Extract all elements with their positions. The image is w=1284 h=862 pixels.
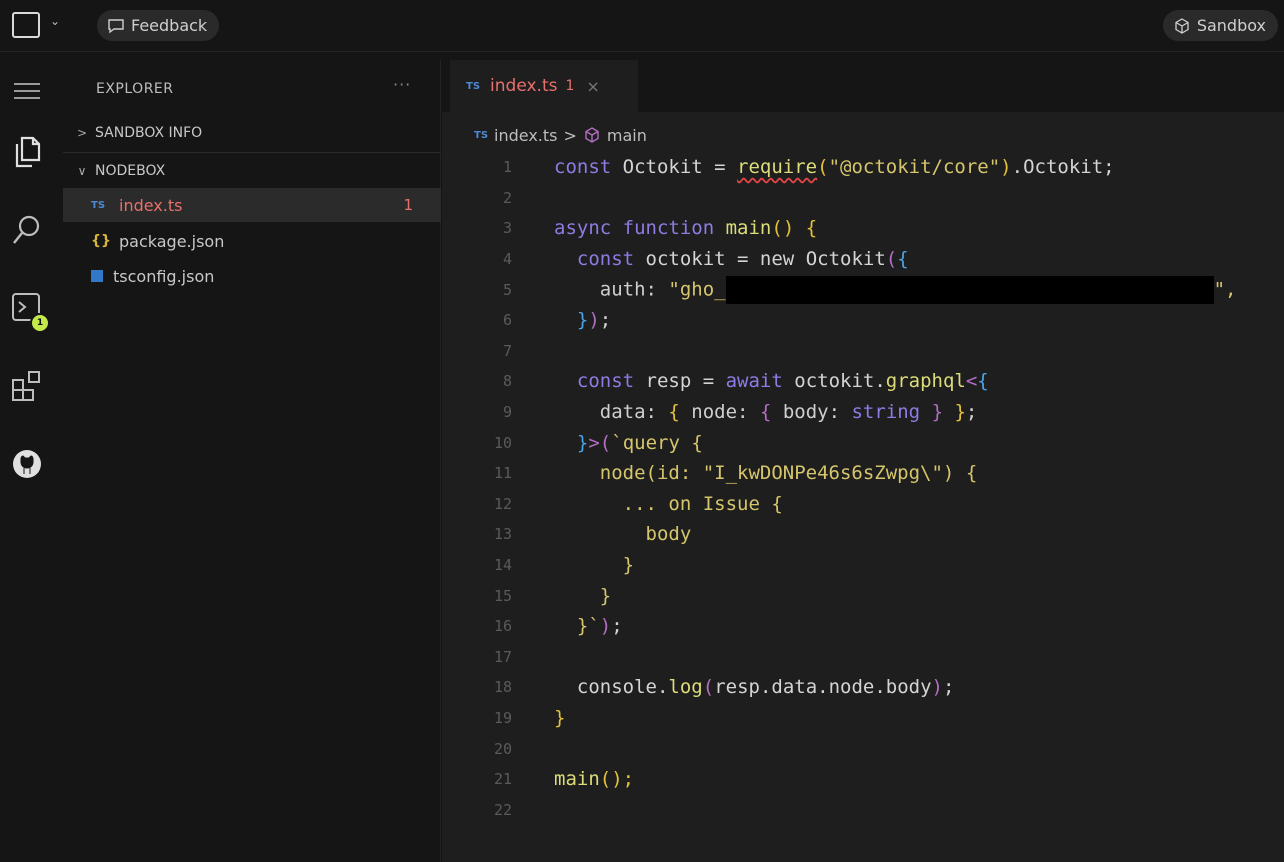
breadcrumb: TS index.ts > main xyxy=(474,124,647,146)
breadcrumb-symbol[interactable]: main xyxy=(607,126,647,145)
code-line: 15 } xyxy=(493,584,612,607)
file-item-package-json[interactable]: {} package.json xyxy=(63,224,441,258)
file-item-index-ts[interactable]: TS index.ts 1 xyxy=(63,188,441,222)
code-line: 12 ... on Issue { xyxy=(493,492,783,515)
cube-icon xyxy=(1175,17,1189,34)
explorer-sidebar: EXPLORER ··· > SANDBOX INFO ∨ NODEBOX TS… xyxy=(63,60,441,862)
typescript-file-icon: TS xyxy=(474,129,489,141)
error-squiggle: require xyxy=(737,156,818,179)
chevron-down-icon: ∨ xyxy=(77,164,87,178)
code-line: 8 const resp = await octokit.graphql<{ xyxy=(502,370,989,393)
code-line: 17 xyxy=(493,647,512,666)
file-name: index.ts xyxy=(119,195,183,215)
json-file-icon: {} xyxy=(91,233,111,249)
comment-icon xyxy=(108,18,124,33)
problem-count: 1 xyxy=(403,196,413,214)
code-line: 4 const octokit = new Octokit({ xyxy=(502,248,909,271)
search-icon[interactable] xyxy=(9,212,45,248)
breadcrumb-file[interactable]: index.ts xyxy=(494,126,557,145)
code-line: 22 xyxy=(493,800,512,819)
code-line: 6 }); xyxy=(502,309,612,332)
file-name: tsconfig.json xyxy=(113,266,215,286)
typescript-file-icon: TS xyxy=(91,199,106,211)
activity-bar: 1 xyxy=(0,60,56,862)
code-line: 11 node(id: "I_kwDONPe46s6sZwpg\") { xyxy=(493,462,978,485)
sandbox-button[interactable]: Sandbox xyxy=(1162,10,1278,41)
close-icon[interactable]: × xyxy=(586,77,599,96)
tab-index-ts[interactable]: TS index.ts 1 × xyxy=(450,60,638,112)
code-line: 19} xyxy=(493,706,566,729)
typescript-file-icon: TS xyxy=(466,80,481,92)
tab-problem-count: 1 xyxy=(565,78,575,94)
terminal-badge: 1 xyxy=(30,313,50,333)
code-line: 3 async function main() { xyxy=(502,217,818,240)
code-line: 13 body xyxy=(493,523,692,546)
code-line: 10 }>(`query { xyxy=(493,431,703,454)
code-line: 2 xyxy=(502,188,512,207)
code-line: 5 auth: "gho_ ", xyxy=(442,274,1284,305)
file-item-tsconfig-json[interactable]: tsconfig.json xyxy=(63,259,441,293)
tab-bar: TS index.ts 1 × xyxy=(442,60,1284,112)
symbol-method-icon xyxy=(585,127,599,143)
chevron-down-icon[interactable]: ⌄ xyxy=(50,14,60,28)
hamburger-menu-icon[interactable] xyxy=(9,74,45,110)
code-line: 1 const Octokit = require("@octokit/core"… xyxy=(502,156,1115,179)
code-editor: TS index.ts 1 × TS index.ts > main 1 cons… xyxy=(442,60,1284,862)
divider xyxy=(63,152,441,153)
code-line: 9 data: { node: { body: string } }; xyxy=(502,401,978,424)
feedback-button[interactable]: Feedback xyxy=(97,10,220,41)
menu-square-icon[interactable] xyxy=(12,12,40,38)
tsconfig-file-icon xyxy=(91,270,103,282)
code-line: 18 console.log(resp.data.node.body); xyxy=(493,676,955,699)
tab-label: index.ts xyxy=(490,76,558,96)
code-line: 7 xyxy=(502,341,512,360)
chevron-right-icon: > xyxy=(76,126,88,140)
code-line: 14 } xyxy=(493,554,635,577)
files-icon[interactable] xyxy=(9,134,45,170)
section-sandbox-info[interactable]: > SANDBOX INFO xyxy=(63,116,441,150)
feedback-label: Feedback xyxy=(131,16,208,35)
code-area[interactable]: 1 const Octokit = require("@octokit/core"… xyxy=(442,152,1284,825)
more-actions-icon[interactable]: ··· xyxy=(393,75,411,94)
github-icon[interactable] xyxy=(9,446,45,482)
file-name: package.json xyxy=(119,231,225,251)
extensions-icon[interactable] xyxy=(9,368,45,404)
sandbox-label: Sandbox xyxy=(1196,16,1266,35)
section-label: NODEBOX xyxy=(95,163,166,179)
section-label: SANDBOX INFO xyxy=(95,125,203,141)
redacted-token xyxy=(725,275,1214,304)
code-line: 20 xyxy=(493,739,512,758)
code-line: 16 }`); xyxy=(493,615,623,638)
breadcrumb-separator: > xyxy=(563,125,577,145)
explorer-title: EXPLORER xyxy=(96,81,174,97)
section-nodebox[interactable]: ∨ NODEBOX xyxy=(63,154,441,188)
code-line: 21 main(); xyxy=(493,768,635,791)
top-bar: ⌄ Feedback Sandbox xyxy=(0,0,1284,52)
